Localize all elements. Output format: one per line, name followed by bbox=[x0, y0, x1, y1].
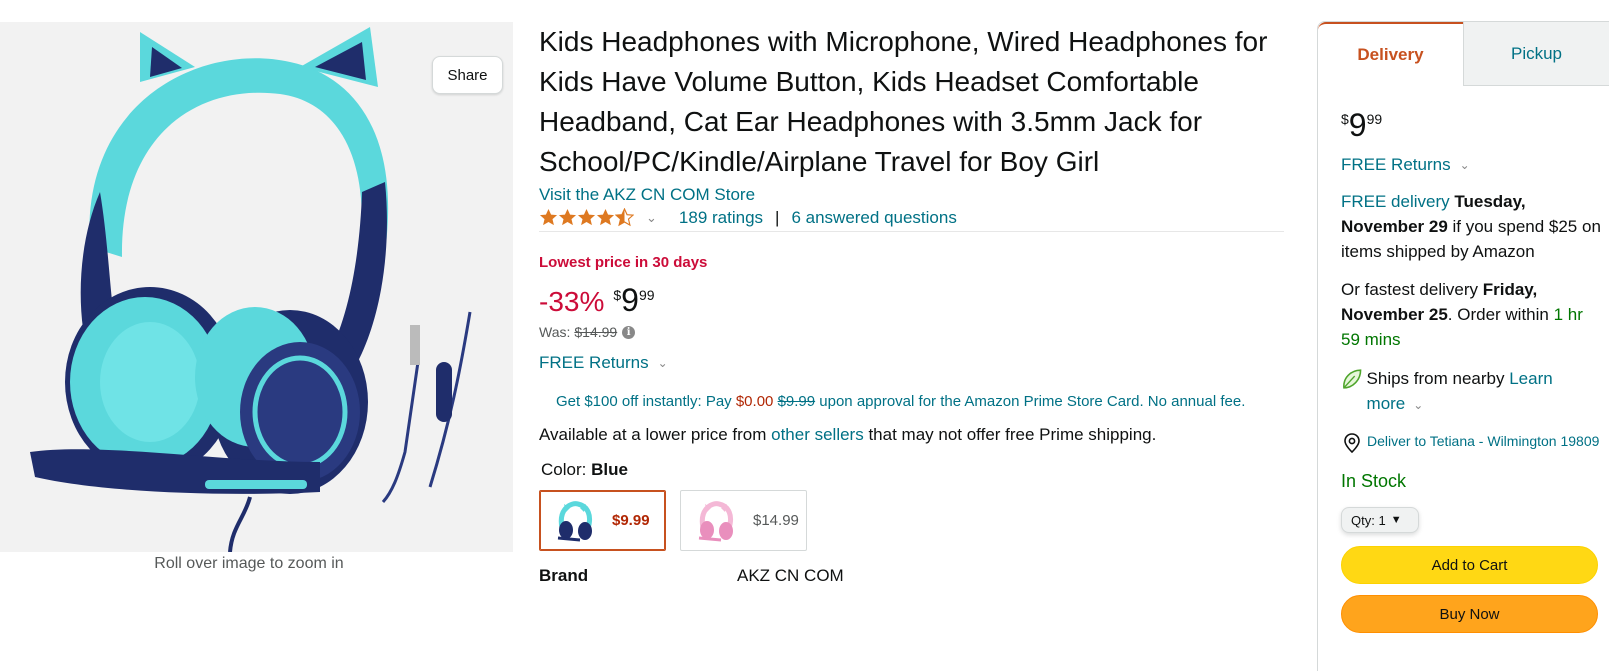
deal-badge: Lowest price in 30 days bbox=[539, 254, 708, 271]
chevron-down-icon[interactable]: ⌄ bbox=[646, 210, 657, 226]
brand-row: Brand AKZ CN COM bbox=[539, 566, 1284, 586]
product-title: Kids Headphones with Microphone, Wired H… bbox=[539, 26, 1268, 177]
tab-pickup[interactable]: Pickup bbox=[1463, 22, 1609, 86]
headphones-thumbnail bbox=[698, 500, 734, 541]
brand-key: Brand bbox=[539, 566, 589, 585]
price-block: -33% $ 9 99 bbox=[539, 284, 1284, 324]
price-fraction: 99 bbox=[638, 287, 655, 303]
swatch-blue[interactable]: $9.99 bbox=[539, 490, 666, 551]
prime-card-promo[interactable]: Get $100 off instantly: Pay $0.00 $9.99 … bbox=[556, 390, 1246, 414]
swatch-price: $14.99 bbox=[753, 512, 799, 529]
free-returns-link[interactable]: FREE Returns ⌄ bbox=[1341, 155, 1609, 175]
free-returns-label: FREE Returns bbox=[539, 353, 649, 372]
color-value: Blue bbox=[591, 460, 628, 479]
promo-struck-amount: $9.99 bbox=[777, 393, 816, 410]
tab-delivery[interactable]: Delivery bbox=[1318, 22, 1463, 86]
delivery-info: FREE delivery Tuesday, November 29 if yo… bbox=[1341, 189, 1603, 264]
buybox-price: $ 9 99 bbox=[1341, 108, 1609, 142]
quantity-select[interactable]: Qty: 1 ▼ bbox=[1341, 507, 1419, 533]
fulfillment-tabs: Delivery Pickup bbox=[1318, 22, 1609, 86]
avail-text: Available at a lower price from bbox=[539, 425, 772, 444]
free-delivery-link[interactable]: FREE delivery bbox=[1341, 192, 1450, 211]
answered-questions-link[interactable]: 6 answered questions bbox=[791, 208, 956, 228]
swatch-pink[interactable]: $14.99 bbox=[680, 490, 807, 551]
price-whole: 9 bbox=[1348, 107, 1367, 143]
add-to-cart-button[interactable]: Add to Cart bbox=[1341, 546, 1598, 584]
free-returns-link[interactable]: FREE Returns ⌄ bbox=[539, 353, 1284, 373]
info-icon[interactable]: i bbox=[622, 325, 636, 339]
was-label: Was: bbox=[539, 324, 571, 340]
deliver-to-location[interactable]: Deliver to Tetiana - Wilmington 19809 bbox=[1341, 431, 1609, 453]
swatch-price: $9.99 bbox=[612, 512, 650, 529]
was-price-row: Was: $14.99 i bbox=[539, 324, 1284, 340]
order-within: . Order within bbox=[1447, 305, 1554, 324]
price-symbol: $ bbox=[613, 287, 622, 303]
star-icon bbox=[596, 208, 615, 226]
color-selector-label: Color: Blue bbox=[541, 460, 1284, 480]
chevron-down-icon: ⌄ bbox=[657, 356, 668, 370]
promo-text-after: upon approval for the Amazon Prime Store… bbox=[815, 393, 1246, 410]
zoom-hint: Roll over image to zoom in bbox=[154, 555, 344, 572]
stock-status: In Stock bbox=[1341, 471, 1407, 491]
half-star-icon bbox=[615, 208, 634, 227]
fastest-delivery-info: Or fastest delivery Friday, November 25.… bbox=[1341, 277, 1603, 352]
headphones-thumbnail bbox=[557, 500, 593, 541]
deliver-to-text: Deliver to Tetiana - Wilmington 19809 bbox=[1367, 433, 1600, 449]
price-fraction: 99 bbox=[1366, 111, 1383, 127]
product-details: Kids Headphones with Microphone, Wired H… bbox=[539, 22, 1284, 586]
price-whole: 9 bbox=[621, 282, 639, 318]
promo-pay-amount: $0.00 bbox=[735, 393, 774, 410]
separator: | bbox=[775, 207, 780, 227]
star-rating[interactable] bbox=[539, 208, 634, 227]
color-label: Color: bbox=[541, 460, 592, 479]
ships-from-nearby: Ships from nearby Learn more ⌄ bbox=[1341, 366, 1609, 418]
other-sellers-link[interactable]: other sellers bbox=[771, 425, 864, 444]
chevron-down-icon: ▼ bbox=[1390, 514, 1402, 526]
chevron-down-icon[interactable]: ⌄ bbox=[1413, 398, 1423, 412]
headphones-image bbox=[30, 27, 472, 552]
discount-percent: -33% bbox=[539, 286, 605, 317]
star-icon bbox=[577, 208, 596, 226]
fast-prefix: Or fastest delivery bbox=[1341, 280, 1483, 299]
star-icon bbox=[539, 208, 558, 226]
other-sellers-note: Available at a lower price from other se… bbox=[539, 425, 1284, 445]
product-image-container[interactable]: Share bbox=[0, 22, 513, 552]
qty-label: Qty: bbox=[1351, 512, 1375, 528]
free-returns-label: FREE Returns bbox=[1341, 155, 1451, 174]
rating-row: ⌄ 189 ratings | 6 answered questions bbox=[539, 206, 1284, 232]
store-link[interactable]: Visit the AKZ CN COM Store bbox=[539, 185, 1284, 205]
ships-text: Ships from nearby bbox=[1366, 369, 1510, 388]
buy-now-button[interactable]: Buy Now bbox=[1341, 595, 1598, 633]
avail-text-after: that may not offer free Prime shipping. bbox=[863, 425, 1157, 444]
was-price: $14.99 bbox=[574, 324, 618, 340]
buy-box: Delivery Pickup $ 9 99 FREE Returns ⌄ FR… bbox=[1317, 21, 1609, 671]
qty-value: 1 bbox=[1378, 512, 1386, 528]
ratings-count-link[interactable]: 189 ratings bbox=[679, 208, 763, 228]
chevron-down-icon: ⌄ bbox=[1459, 158, 1470, 172]
color-swatches: $9.99 $14.99 bbox=[539, 490, 1284, 551]
brand-value: AKZ CN COM bbox=[737, 566, 844, 585]
price-symbol: $ bbox=[1341, 111, 1349, 127]
leaf-icon bbox=[1343, 369, 1362, 389]
star-icon bbox=[558, 208, 577, 226]
location-pin-icon bbox=[1344, 433, 1360, 453]
promo-text: Get $100 off instantly: Pay bbox=[556, 393, 736, 410]
share-button[interactable]: Share bbox=[432, 56, 503, 94]
